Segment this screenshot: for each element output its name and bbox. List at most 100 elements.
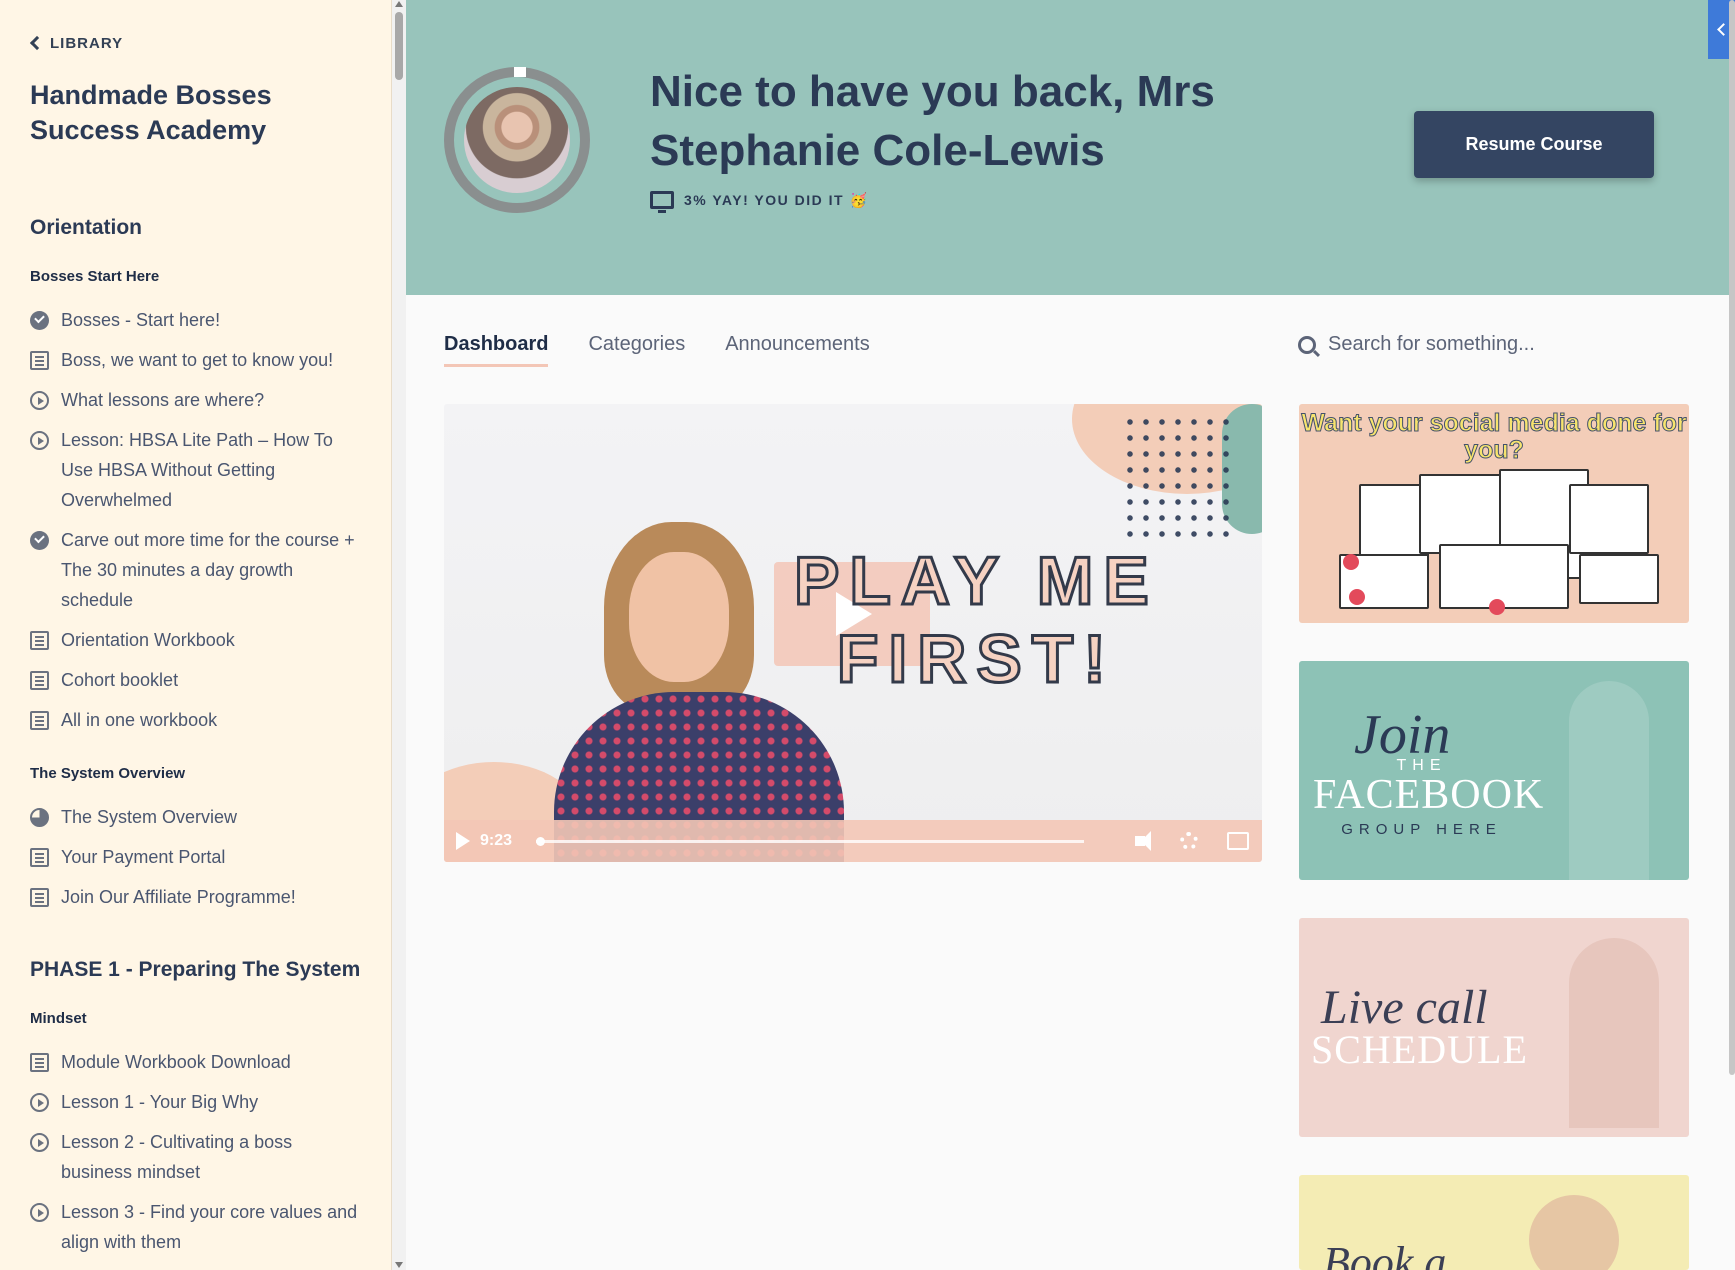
sidebar-scroll-thumb[interactable] [395, 12, 403, 80]
section-title: The System Overview [30, 765, 186, 782]
video-seek-bar[interactable] [535, 836, 1084, 846]
chevron-left-icon [29, 35, 45, 51]
play-icon[interactable] [456, 832, 470, 850]
tab-categories[interactable]: Categories [588, 333, 685, 367]
scroll-up-arrow-icon[interactable] [395, 1, 403, 7]
promo-social-media-card[interactable]: Want your social media done for you? [1299, 404, 1689, 623]
search-icon [1298, 335, 1316, 354]
progress-text: 3% YAY! YOU DID IT 🥳 [684, 191, 869, 208]
video-duration: 9:23 [480, 832, 513, 849]
lesson-label: Carve out more time for the course + The… [61, 530, 355, 610]
back-link-label: LIBRARY [50, 34, 124, 52]
course-title: Handmade Bosses Success Academy [30, 80, 272, 145]
lesson-item[interactable]: Orientation Workbook [30, 625, 360, 655]
monitor-icon [650, 191, 674, 213]
avatar [464, 87, 570, 193]
lesson-label: Cohort booklet [61, 670, 179, 690]
section-title: Mindset [30, 1010, 87, 1027]
lesson-label: Lesson 2 - Cultivating a boss business m… [61, 1132, 293, 1182]
fullscreen-button[interactable] [1225, 830, 1250, 852]
play-circle-icon [30, 1093, 49, 1112]
lesson-item[interactable]: Join Our Affiliate Programme! [30, 882, 360, 912]
video-thumbnail-title: PLAY ME FIRST! [793, 542, 1159, 699]
course-sidebar: LIBRARY Handmade Bosses Success Academy … [0, 0, 392, 1270]
play-circle-icon [30, 391, 49, 410]
seek-handle[interactable] [535, 836, 545, 846]
back-to-library-link[interactable]: LIBRARY [29, 32, 362, 54]
lesson-item[interactable]: Your Payment Portal [30, 842, 360, 872]
intro-video-player[interactable]: PLAY ME FIRST! 9:23 [444, 404, 1262, 862]
presenter-face [629, 552, 729, 682]
check-circle-icon [30, 311, 49, 330]
chevron-left-icon [1717, 23, 1730, 36]
document-icon [30, 888, 49, 907]
document-icon [30, 711, 49, 730]
lesson-label: What lessons are where? [61, 390, 265, 410]
promo-book-card[interactable]: Book a [1299, 1175, 1689, 1270]
dashboard-tabs: Dashboard Categories Announcements [444, 333, 870, 367]
lesson-item[interactable]: Lesson 2 - Cultivating a boss business m… [30, 1127, 360, 1187]
mockup-image [1579, 554, 1659, 604]
promo-social-media-text: Want your social media done for you? [1301, 409, 1687, 464]
document-icon [30, 631, 49, 650]
heart-icon [1343, 554, 1359, 570]
promo-facebook-text: FACEBOOK [1313, 772, 1545, 818]
lesson-item[interactable]: Boss, we want to get to know you! [30, 345, 360, 375]
lesson-item[interactable]: Carve out more time for the course + The… [30, 525, 360, 615]
welcome-message: Nice to have you back, Mrs Stephanie Col… [650, 67, 1215, 175]
tab-announcements[interactable]: Announcements [725, 333, 870, 367]
video-title-line: FIRST! [835, 620, 1116, 699]
search-bar [1298, 333, 1688, 356]
welcome-header: Nice to have you back, Mrs Stephanie Col… [406, 0, 1735, 295]
progress-ring [444, 67, 590, 213]
lesson-item[interactable]: Cohort booklet [30, 665, 360, 695]
phase-title[interactable]: PHASE 1 - Preparing The System [30, 958, 362, 982]
lesson-label: Join Our Affiliate Programme! [61, 887, 296, 907]
promo-person-image [1529, 1195, 1619, 1270]
lesson-label: Your Payment Portal [61, 847, 226, 867]
mockup-image [1439, 544, 1569, 609]
lesson-item[interactable]: What lessons are where? [30, 385, 360, 415]
main-scroll-thumb[interactable] [1729, 0, 1735, 1075]
lesson-item[interactable]: All in one workbook [30, 705, 360, 735]
sidebar-scrollbar[interactable] [392, 0, 406, 1270]
lesson-item[interactable]: Lesson: HBSA Lite Path – How To Use HBSA… [30, 425, 360, 515]
volume-button[interactable] [1128, 830, 1153, 852]
gear-icon [1179, 832, 1198, 850]
promo-facebook-group-card[interactable]: Join THE FACEBOOK GROUP HERE [1299, 661, 1689, 880]
resume-course-button[interactable]: Resume Course [1414, 111, 1654, 178]
partial-progress-icon [30, 808, 49, 827]
video-title-line: PLAY ME [793, 542, 1159, 621]
lesson-item[interactable]: The System Overview [30, 802, 360, 832]
document-icon [30, 848, 49, 867]
lesson-label: Lesson: HBSA Lite Path – How To Use HBSA… [61, 430, 333, 510]
lesson-label: All in one workbook [61, 710, 218, 730]
mockup-image [1569, 484, 1649, 554]
document-icon [30, 671, 49, 690]
lesson-label: Lesson 3 - Find your core values and ali… [61, 1202, 358, 1252]
lesson-label: Lesson 1 - Your Big Why [61, 1092, 259, 1112]
lesson-label: Bosses - Start here! [61, 310, 221, 330]
play-circle-icon [30, 1203, 49, 1222]
lesson-label: Boss, we want to get to know you! [61, 350, 334, 370]
section-title: Bosses Start Here [30, 268, 160, 285]
promo-live-call-schedule-card[interactable]: Live call SCHEDULE [1299, 918, 1689, 1137]
search-input[interactable] [1328, 333, 1668, 356]
lesson-item[interactable]: Bosses - Start here! [30, 305, 360, 335]
document-icon [30, 1053, 49, 1072]
promo-script-text: Book a [1323, 1238, 1447, 1270]
decorative-dots [1122, 414, 1232, 544]
heart-icon [1349, 589, 1365, 605]
lesson-item[interactable]: Module Workbook Download [30, 1047, 360, 1077]
lesson-item[interactable]: Lesson 1 - Your Big Why [30, 1087, 360, 1117]
settings-button[interactable] [1176, 830, 1201, 852]
scroll-down-arrow-icon[interactable] [395, 1262, 403, 1268]
phase-title[interactable]: Orientation [30, 216, 362, 240]
lesson-item[interactable]: Lesson 3 - Find your core values and ali… [30, 1197, 360, 1257]
promo-group-text: GROUP HERE [1341, 821, 1502, 838]
fullscreen-icon [1226, 832, 1249, 850]
tab-dashboard[interactable]: Dashboard [444, 333, 549, 367]
lesson-label: The System Overview [61, 807, 238, 827]
volume-icon [1135, 831, 1152, 851]
play-circle-icon [30, 1133, 49, 1152]
